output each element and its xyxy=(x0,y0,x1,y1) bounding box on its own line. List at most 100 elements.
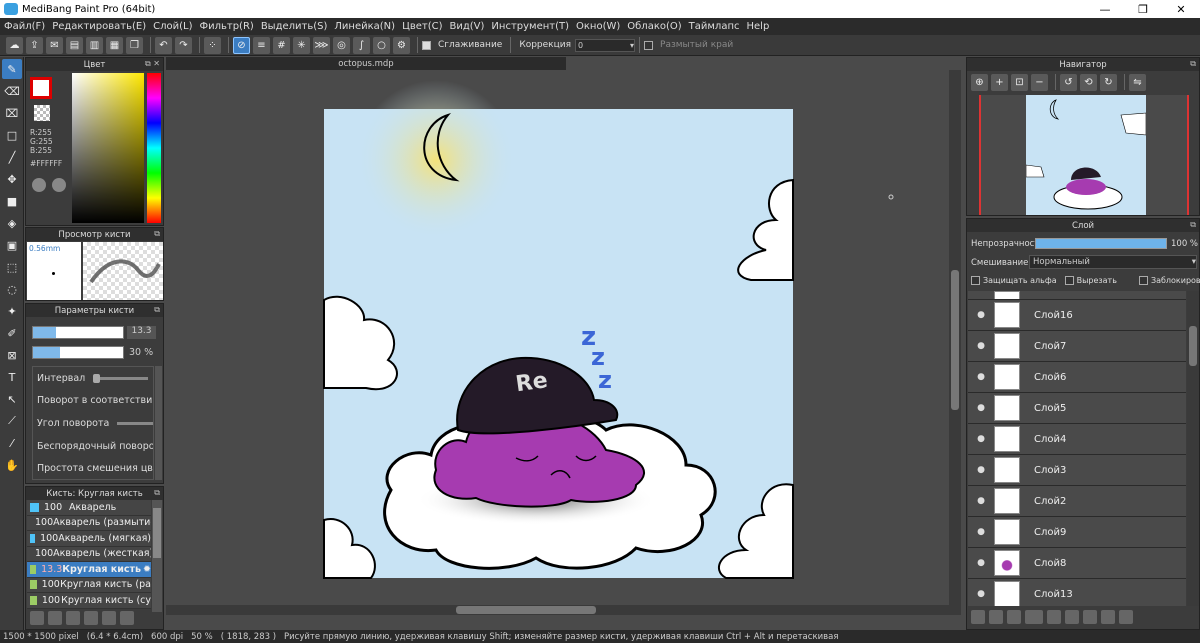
menu-timelapse[interactable]: Таймлапс xyxy=(689,21,740,32)
new-8bit-layer-icon[interactable] xyxy=(1007,610,1021,624)
navigator-preview[interactable] xyxy=(979,95,1189,215)
snap-circle-icon[interactable]: ◎ xyxy=(333,36,350,54)
folder-icon[interactable] xyxy=(1047,610,1061,624)
brush-item[interactable]: 100 Акварель (размытие) xyxy=(27,515,151,531)
panel-menu-icon[interactable]: ⧉ xyxy=(154,229,160,239)
menu-cloud[interactable]: Облако(O) xyxy=(627,21,681,32)
layer-row[interactable]: ● Слой13 xyxy=(968,579,1186,606)
brush-item[interactable]: 100 Акварель xyxy=(27,500,151,516)
panel-menu-icon[interactable]: ⧉ xyxy=(154,488,160,498)
delete-layer-icon[interactable] xyxy=(1119,610,1133,624)
layer-row[interactable]: ● Слой6 xyxy=(968,362,1186,393)
brush-item[interactable]: 100 Круглая кисть (ра xyxy=(27,577,151,593)
eye-icon[interactable]: ● xyxy=(968,527,994,537)
saturation-value-square[interactable] xyxy=(72,73,144,223)
close-button[interactable]: ✕ xyxy=(1162,0,1200,18)
minimize-button[interactable]: — xyxy=(1086,0,1124,18)
lasso-tool-icon[interactable]: ◌ xyxy=(2,279,22,299)
cloud-icon[interactable]: ☁ xyxy=(6,36,23,54)
document-tab[interactable]: octopus.mdp xyxy=(166,57,566,70)
dot-eraser-icon[interactable]: ⌧ xyxy=(2,103,22,123)
canvas-vscroll[interactable] xyxy=(949,70,961,615)
undo-icon[interactable]: ↶ xyxy=(155,36,172,54)
canvas-area[interactable]: Re z z z xyxy=(166,70,961,615)
artwork[interactable]: Re z z z xyxy=(166,70,961,615)
divide-tool-icon[interactable]: ⟋ xyxy=(2,411,22,431)
zoom-fit-icon[interactable]: ⊕ xyxy=(971,74,988,91)
menu-color[interactable]: Цвет(C) xyxy=(402,21,442,32)
add-brush-icon[interactable] xyxy=(30,611,44,625)
maximize-button[interactable]: ❐ xyxy=(1124,0,1162,18)
actual-size-icon[interactable]: ⊡ xyxy=(1011,74,1028,91)
line-tool-icon[interactable]: ╱ xyxy=(2,147,22,167)
layer-row[interactable]: ● Слой2 xyxy=(968,486,1186,517)
eye-icon[interactable]: ● xyxy=(968,465,994,475)
layer-row[interactable]: ● Слой9 xyxy=(968,517,1186,548)
interval-slider[interactable] xyxy=(93,373,149,383)
rotate-left-icon[interactable]: ↺ xyxy=(1060,74,1077,91)
new-halftone-layer-icon[interactable] xyxy=(989,610,1003,624)
params-scrollbar[interactable] xyxy=(155,366,162,480)
eye-icon[interactable]: ● xyxy=(968,372,994,382)
snap-off-icon[interactable]: ⊘ xyxy=(233,36,250,54)
flip-icon[interactable]: ⇋ xyxy=(1129,74,1146,91)
menu-edit[interactable]: Редактировать(E) xyxy=(52,21,146,32)
brush-opacity-slider[interactable] xyxy=(32,346,124,359)
grid-settings-icon[interactable]: ▦ xyxy=(106,36,123,54)
bucket-tool-icon[interactable]: ◈ xyxy=(2,213,22,233)
clip-checkbox[interactable] xyxy=(1064,276,1074,285)
brush-item[interactable]: 100 Акварель (жесткая) xyxy=(27,546,151,562)
brush-menu-icon[interactable] xyxy=(66,611,80,625)
layer-row[interactable]: ● Слой5 xyxy=(968,393,1186,424)
folder-icon[interactable] xyxy=(102,611,116,625)
eye-icon[interactable]: ● xyxy=(968,589,994,599)
rotate-reset-icon[interactable]: ⟲ xyxy=(1080,74,1097,91)
menu-filter[interactable]: Фильтр(R) xyxy=(199,21,253,32)
param-random-rotation[interactable]: Беспорядочный поворот xyxy=(33,435,153,458)
clear-layer-icon[interactable] xyxy=(1101,610,1115,624)
snap-parallel-icon[interactable]: ≡ xyxy=(253,36,270,54)
layer-menu-icon[interactable] xyxy=(1025,610,1043,624)
rectangle-tool-icon[interactable]: □ xyxy=(2,125,22,145)
layer-row[interactable]: ● Слой4 xyxy=(968,424,1186,455)
brush-item-selected[interactable]: 13.3 Круглая кисть ✹ xyxy=(27,562,151,578)
background-color-swatch[interactable] xyxy=(34,105,50,121)
snap-curve-icon[interactable]: ∫ xyxy=(353,36,370,54)
layer-row[interactable]: ● Слой16 xyxy=(968,300,1186,331)
foreground-color-swatch[interactable] xyxy=(30,77,52,99)
param-rotation-angle[interactable]: Угол поворота xyxy=(33,412,153,435)
page-icon[interactable]: ▤ xyxy=(66,36,83,54)
param-interval[interactable]: Интервал xyxy=(33,367,153,390)
layer-opacity-slider[interactable] xyxy=(1035,238,1167,249)
blend-mode-select[interactable]: Нормальный ▾ xyxy=(1029,255,1197,269)
zoom-out-icon[interactable]: − xyxy=(1031,74,1048,91)
blur-edge-checkbox[interactable] xyxy=(644,40,654,50)
eye-icon[interactable]: ● xyxy=(968,341,994,351)
menu-help[interactable]: Help xyxy=(747,21,770,32)
gear-icon[interactable]: ✹ xyxy=(143,564,151,575)
text-tool-icon[interactable]: T xyxy=(2,367,22,387)
param-rotation-follow[interactable]: Поворот в соответствии xyxy=(33,390,153,413)
correction-select[interactable]: 0 ▾ xyxy=(575,38,636,52)
panel-menu-icon[interactable]: ⧉ ✕ xyxy=(145,59,160,69)
layer-row[interactable]: ● Слой8 xyxy=(968,548,1186,579)
brush-size-slider[interactable] xyxy=(32,326,124,339)
layer-row[interactable]: ● Слой7 xyxy=(968,331,1186,362)
redo-icon[interactable]: ↷ xyxy=(175,36,192,54)
document-icon[interactable]: ▥ xyxy=(86,36,103,54)
gradient-tool-icon[interactable]: ▣ xyxy=(2,235,22,255)
brush-list-scrollbar[interactable] xyxy=(152,500,162,612)
menu-tool[interactable]: Инструмент(T) xyxy=(491,21,569,32)
new-brush-icon[interactable] xyxy=(48,611,62,625)
menu-file[interactable]: Файл(F) xyxy=(4,21,45,32)
select-pen-icon[interactable]: ✐ xyxy=(2,323,22,343)
eye-icon[interactable]: ● xyxy=(968,434,994,444)
brush-tool-icon[interactable]: ✎ xyxy=(2,59,22,79)
eyedropper-icon[interactable]: ⁄ xyxy=(2,433,22,453)
merge-layer-icon[interactable] xyxy=(1083,610,1097,624)
panel-menu-icon[interactable]: ⧉ xyxy=(1190,220,1196,230)
snap-settings-icon[interactable]: ⚙ xyxy=(393,36,410,54)
eraser-tool-icon[interactable]: ⌫ xyxy=(2,81,22,101)
hand-tool-icon[interactable]: ✋ xyxy=(2,455,22,475)
rotate-right-icon[interactable]: ↻ xyxy=(1100,74,1117,91)
